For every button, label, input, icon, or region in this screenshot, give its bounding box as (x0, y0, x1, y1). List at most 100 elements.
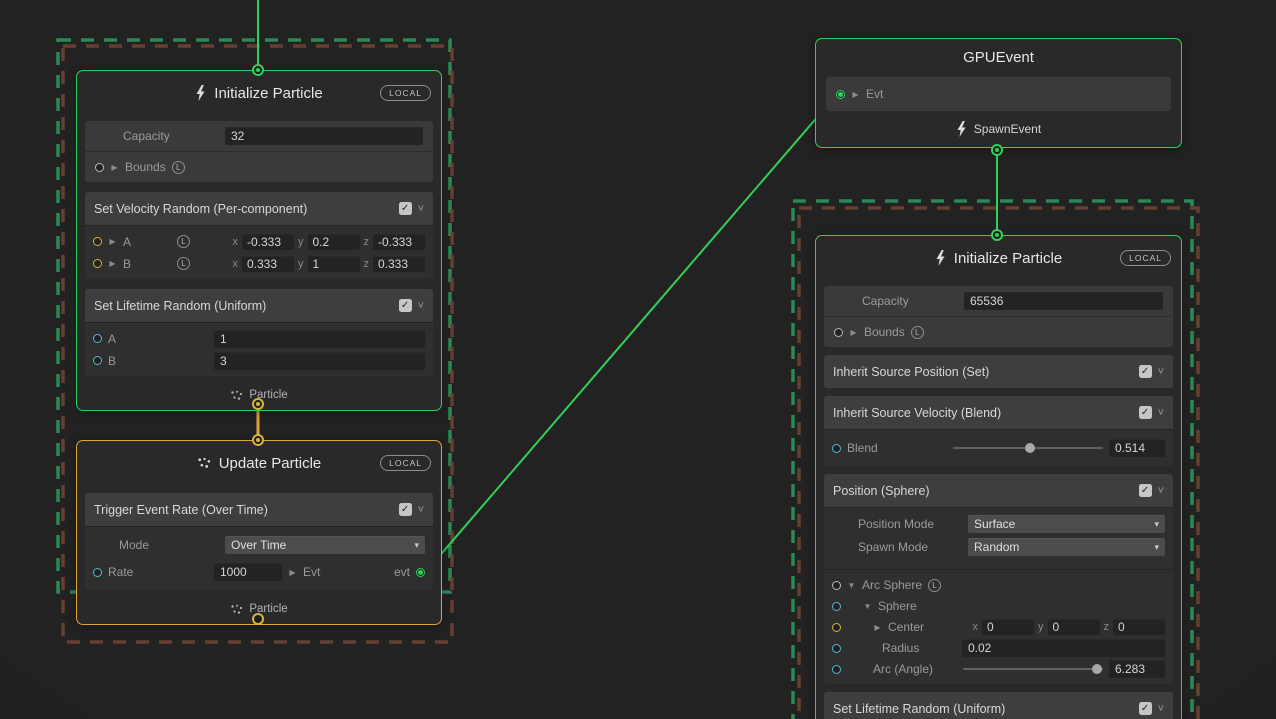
b-port[interactable] (93, 259, 102, 268)
capacity-field[interactable]: 32 (225, 127, 423, 145)
expand-arrow-icon[interactable]: ▶ (110, 163, 119, 172)
left-init-input-port[interactable] (252, 64, 264, 76)
enabled-checkbox[interactable]: ✓ (1139, 484, 1152, 497)
a-y-field[interactable]: 0.2 (308, 234, 360, 250)
position-mode-dropdown[interactable]: Surface ▾ (968, 515, 1165, 533)
blend-port[interactable] (832, 444, 841, 453)
block-header[interactable]: Position (Sphere) ✓ ˅ (824, 474, 1173, 508)
collapse-chevron-icon[interactable]: ˅ (1158, 407, 1164, 419)
collapse-chevron-icon[interactable]: ˅ (1158, 485, 1164, 497)
b-field[interactable]: 3 (214, 352, 425, 370)
sphere-port[interactable] (832, 602, 841, 611)
radius-port[interactable] (832, 644, 841, 653)
block-header[interactable]: Inherit Source Velocity (Blend) ✓ ˅ (824, 396, 1173, 430)
gpuevent-spawnevent-output-port[interactable] (991, 144, 1003, 156)
block-header[interactable]: Set Lifetime Random (Uniform) ✓ ˅ (85, 289, 433, 323)
collapse-chevron-icon[interactable]: ˅ (418, 504, 424, 516)
arc-angle-port[interactable] (832, 665, 841, 674)
enabled-checkbox[interactable]: ✓ (1139, 702, 1152, 715)
arc-angle-field[interactable]: 6.283 (1109, 660, 1165, 678)
local-space-icon[interactable]: L (911, 326, 924, 339)
a-x-field[interactable]: -0.333 (242, 234, 294, 250)
collapse-arrow-icon[interactable]: ▼ (863, 602, 872, 611)
block-set-lifetime-random[interactable]: Set Lifetime Random (Uniform) ✓ ˅ (824, 692, 1173, 719)
a-label: A (123, 235, 171, 249)
enabled-checkbox[interactable]: ✓ (399, 202, 412, 215)
block-set-lifetime-random[interactable]: Set Lifetime Random (Uniform) ✓ ˅ A 1 B … (85, 289, 433, 376)
enabled-checkbox[interactable]: ✓ (399, 299, 412, 312)
update-input-port[interactable] (252, 434, 264, 446)
enabled-checkbox[interactable]: ✓ (1139, 365, 1152, 378)
collapse-arrow-icon[interactable]: ▼ (847, 581, 856, 590)
enabled-checkbox[interactable]: ✓ (1139, 406, 1152, 419)
node-header[interactable]: Initialize Particle LOCAL (77, 71, 441, 115)
b-z-field[interactable]: 0.333 (373, 256, 425, 272)
vfx-graph-canvas[interactable]: Initialize Particle LOCAL Capacity 32 ▶ … (0, 0, 1276, 719)
edge-evt-to-gpuevent[interactable] (430, 93, 838, 567)
node-gpuevent[interactable]: GPUEvent ▶ Evt SpawnEvent (815, 38, 1182, 148)
block-header[interactable]: Set Lifetime Random (Uniform) ✓ ˅ (824, 692, 1173, 719)
node-update-particle[interactable]: Update Particle LOCAL Trigger Event Rate… (76, 440, 442, 625)
block-inherit-source-velocity[interactable]: Inherit Source Velocity (Blend) ✓ ˅ Blen… (824, 396, 1173, 466)
expand-arrow-icon[interactable]: ▶ (288, 568, 297, 577)
collapse-chevron-icon[interactable]: ˅ (1158, 366, 1164, 378)
block-inherit-source-position[interactable]: Inherit Source Position (Set) ✓ ˅ (824, 355, 1173, 388)
block-set-velocity-random[interactable]: Set Velocity Random (Per-component) ✓ ˅ … (85, 192, 433, 279)
node-header[interactable]: Update Particle LOCAL (77, 441, 441, 485)
collapse-chevron-icon[interactable]: ˅ (418, 300, 424, 312)
collapse-chevron-icon[interactable]: ˅ (1158, 703, 1164, 715)
expand-arrow-icon[interactable]: ▶ (849, 328, 858, 337)
dropdown-caret-icon: ▾ (414, 540, 419, 551)
arc-angle-slider-handle[interactable] (1092, 664, 1102, 674)
block-header[interactable]: Trigger Event Rate (Over Time) ✓ ˅ (85, 493, 433, 527)
left-init-particle-output-port[interactable] (252, 398, 264, 410)
enabled-checkbox[interactable]: ✓ (399, 503, 412, 516)
mode-dropdown[interactable]: Over Time ▾ (225, 536, 425, 554)
block-trigger-event-rate[interactable]: Trigger Event Rate (Over Time) ✓ ˅ Mode … (85, 493, 433, 590)
bounds-port[interactable] (834, 328, 843, 337)
expand-arrow-icon[interactable]: ▶ (873, 623, 882, 632)
collapse-chevron-icon[interactable]: ˅ (418, 203, 424, 215)
expand-arrow-icon[interactable]: ▶ (108, 237, 117, 246)
a-port[interactable] (93, 334, 102, 343)
center-x-field[interactable]: 0 (982, 619, 1034, 635)
y-axis-label: y (298, 236, 304, 248)
center-z-field[interactable]: 0 (1113, 619, 1165, 635)
block-title: Position (Sphere) (833, 484, 1133, 498)
local-space-icon[interactable]: L (928, 579, 941, 592)
center-y-field[interactable]: 0 (1048, 619, 1100, 635)
arc-sphere-port[interactable] (832, 581, 841, 590)
a-field[interactable]: 1 (214, 330, 425, 348)
block-header[interactable]: Inherit Source Position (Set) ✓ ˅ (824, 355, 1173, 388)
radius-field[interactable]: 0.02 (962, 639, 1165, 657)
block-header[interactable]: Set Velocity Random (Per-component) ✓ ˅ (85, 192, 433, 226)
bounds-port[interactable] (95, 163, 104, 172)
local-space-icon[interactable]: L (177, 257, 190, 270)
node-header[interactable]: Initialize Particle LOCAL (816, 236, 1181, 280)
local-space-icon[interactable]: L (177, 235, 190, 248)
node-header[interactable]: GPUEvent (816, 39, 1181, 75)
center-port[interactable] (832, 623, 841, 632)
update-particle-output-port[interactable] (252, 613, 264, 625)
expand-arrow-icon[interactable]: ▶ (108, 259, 117, 268)
block-title: Inherit Source Velocity (Blend) (833, 406, 1133, 420)
capacity-field[interactable]: 65536 (964, 292, 1163, 310)
rate-port[interactable] (93, 568, 102, 577)
b-x-field[interactable]: 0.333 (242, 256, 294, 272)
right-init-input-port[interactable] (991, 229, 1003, 241)
a-z-field[interactable]: -0.333 (373, 234, 425, 250)
b-y-field[interactable]: 1 (308, 256, 360, 272)
rate-field[interactable]: 1000 (214, 563, 282, 581)
spawn-mode-dropdown[interactable]: Random ▾ (968, 538, 1165, 556)
b-port[interactable] (93, 356, 102, 365)
local-space-icon[interactable]: L (172, 161, 185, 174)
a-port[interactable] (93, 237, 102, 246)
block-position-sphere[interactable]: Position (Sphere) ✓ ˅ Position Mode Surf… (824, 474, 1173, 684)
evt-input-port[interactable] (836, 90, 845, 99)
expand-arrow-icon[interactable]: ▶ (851, 90, 860, 99)
blend-slider-handle[interactable] (1025, 443, 1035, 453)
node-initialize-particle-left[interactable]: Initialize Particle LOCAL Capacity 32 ▶ … (76, 70, 442, 411)
node-initialize-particle-right[interactable]: Initialize Particle LOCAL Capacity 65536… (815, 235, 1182, 719)
evt-output-port[interactable] (416, 568, 425, 577)
blend-field[interactable]: 0.514 (1109, 439, 1165, 457)
